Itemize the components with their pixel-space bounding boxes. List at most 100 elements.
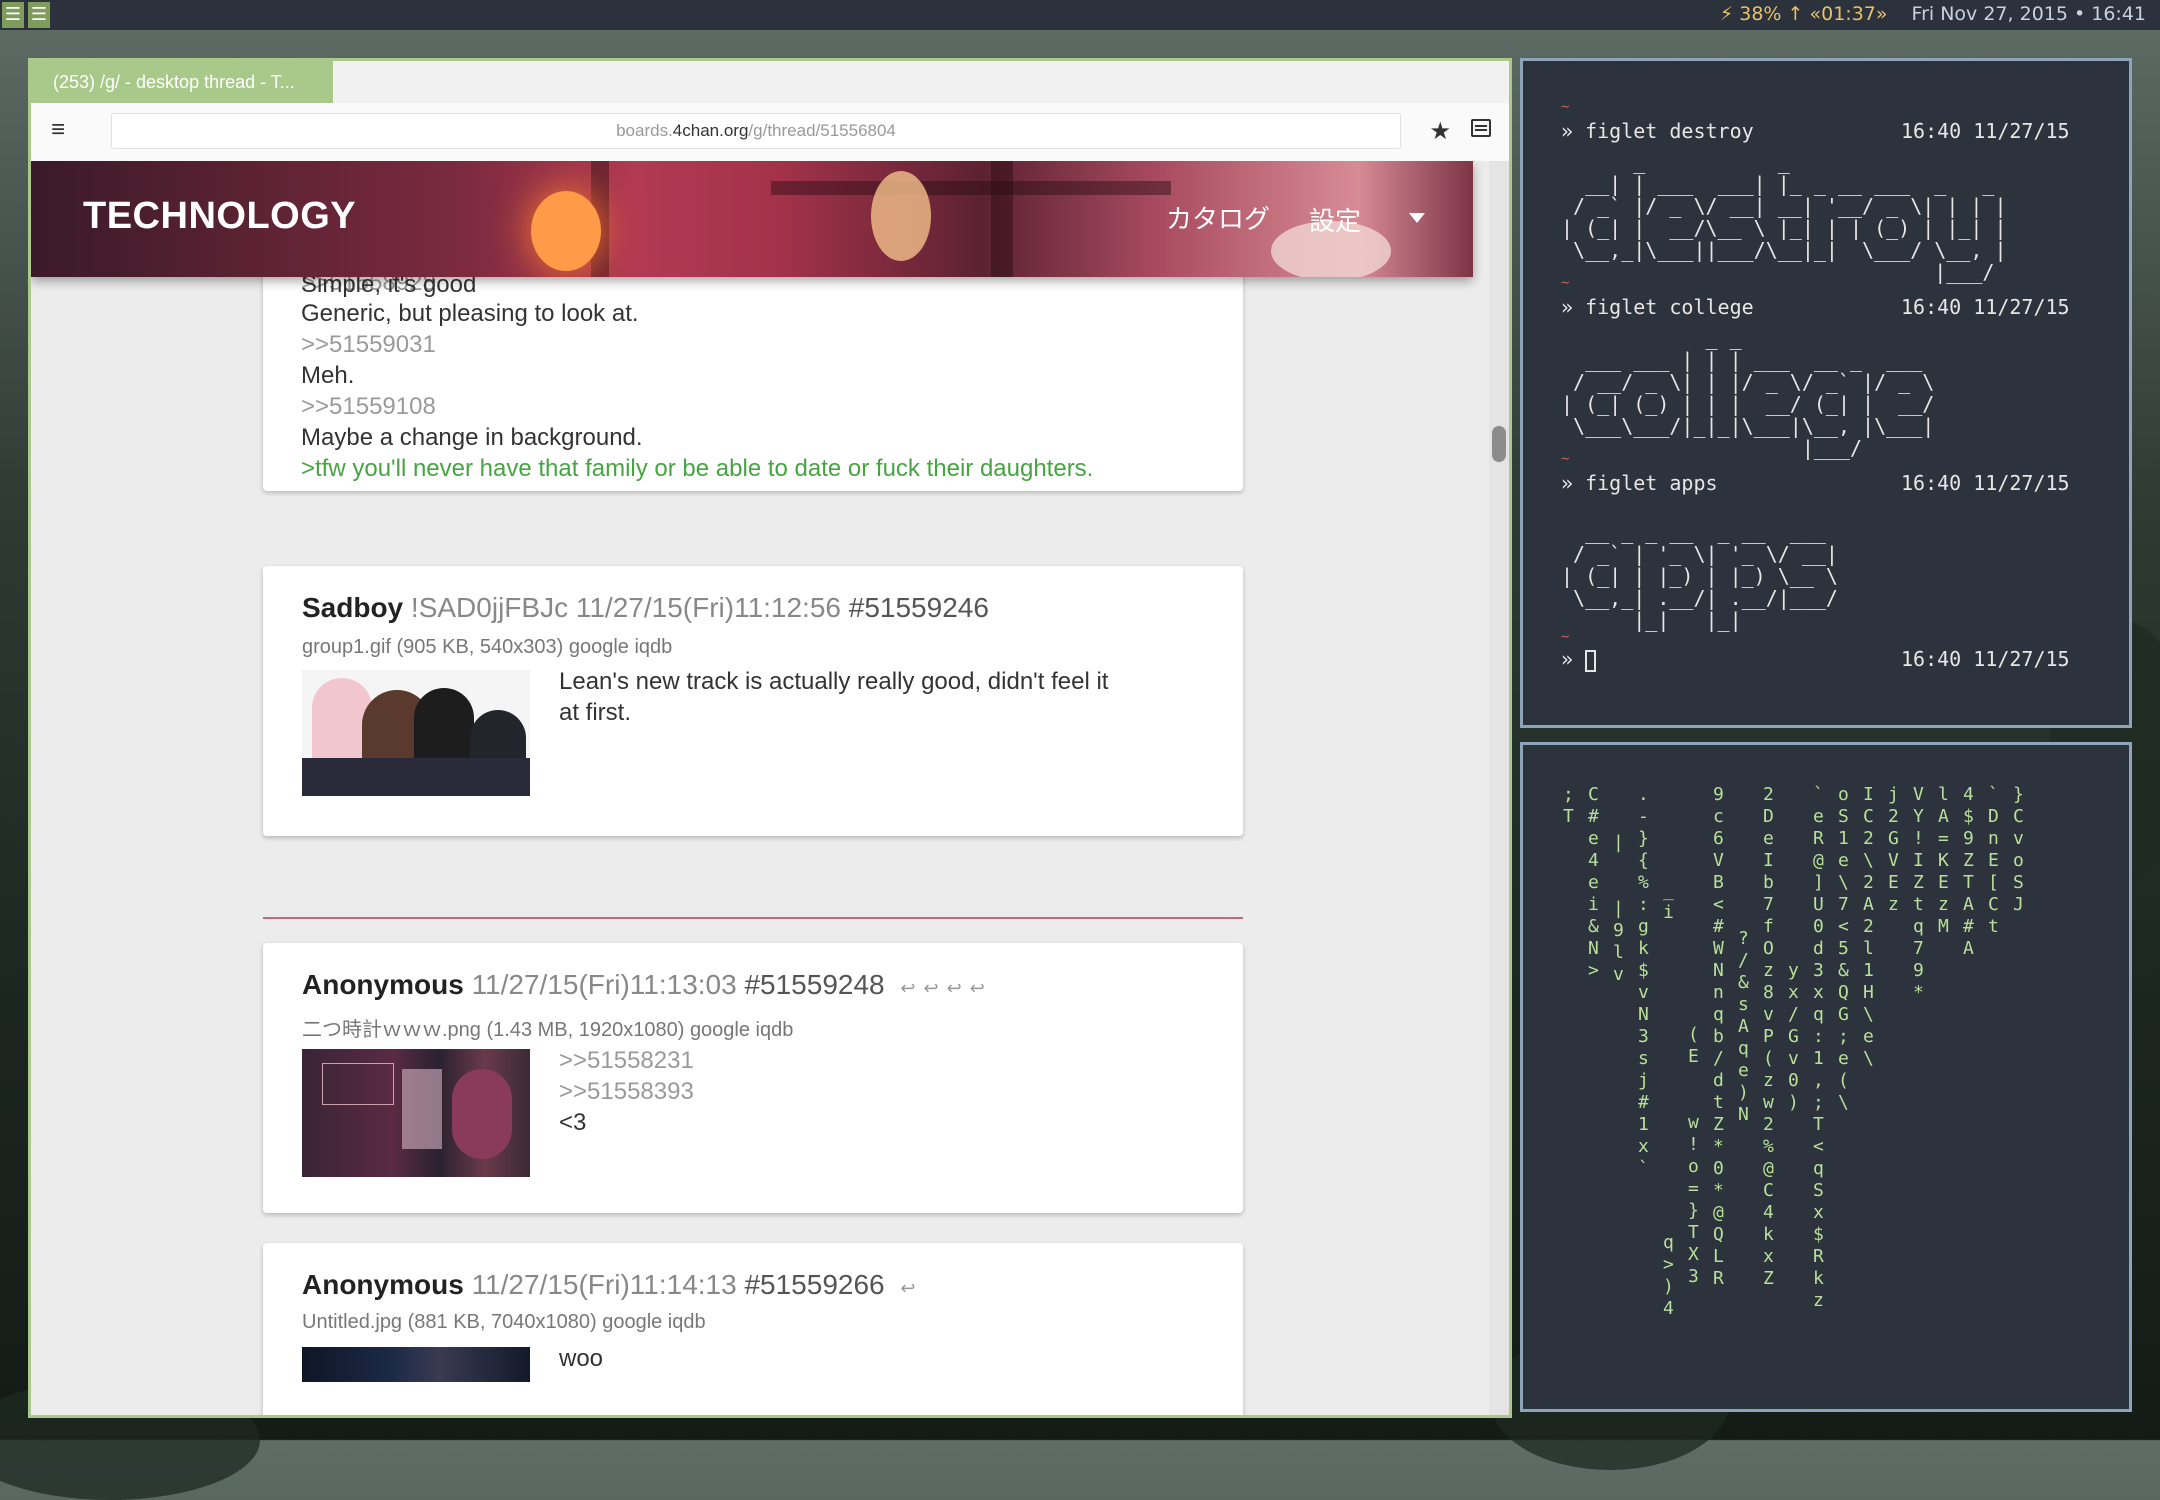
- post-thumbnail[interactable]: [302, 670, 530, 796]
- matrix-column: } C v o S J: [2013, 784, 2024, 915]
- reply-backlink-icon[interactable]: ↩: [970, 978, 985, 999]
- command-line: » figlet destroy 16:40 11/27/15: [1561, 119, 2070, 143]
- top-status-bar: ☰ ☰ ⚡ 38% ↑ «01:37» Fri Nov 27, 2015 • 1…: [0, 0, 2160, 30]
- post-header: Anonymous 11/27/15(Fri)11:13:03 #5155924…: [302, 969, 985, 1001]
- post-text: Maybe a change in background.: [301, 424, 643, 451]
- matrix-column: 2 D e I b 7 f O z 8 v P ( z w 2 % @ C 4 …: [1763, 784, 1774, 1289]
- post-number[interactable]: #51559248: [744, 969, 884, 1000]
- url-path: /g/thread/51556804: [748, 121, 896, 140]
- figlet-output: _ _ ___ ___ | | | ___ __ _ ___ / __/ _ \…: [1561, 326, 1935, 460]
- page-content: TECHNOLOGY カタログ 設定 >>51558928 Generic, b…: [31, 161, 1489, 1415]
- quote-link[interactable]: >>51559031: [301, 329, 1093, 360]
- post-header: Anonymous 11/27/15(Fri)11:14:13 #5155926…: [302, 1269, 916, 1301]
- matrix-column: 4 $ 9 Z T A # A: [1963, 784, 1974, 959]
- matrix-column: | | 9 l v: [1613, 832, 1624, 985]
- post-body: >>51558231 >>51558393 <3: [559, 1045, 694, 1138]
- command-text: » figlet apps: [1561, 471, 1718, 495]
- post-thumbnail[interactable]: [302, 1347, 530, 1382]
- matrix-column: y x / G v 0 ): [1788, 960, 1799, 1113]
- post-text: Generic, but pleasing to look at.: [301, 300, 639, 327]
- catalog-link[interactable]: カタログ: [1166, 199, 1270, 236]
- scrollbar[interactable]: [1489, 161, 1509, 1415]
- poster-name: Sadboy: [302, 592, 404, 623]
- command-timestamp: 16:40 11/27/15: [1901, 471, 2070, 495]
- prompt-tilde: ~: [1561, 275, 1570, 291]
- post-number[interactable]: #51559246: [849, 592, 989, 623]
- quote-link[interactable]: >>51559108: [301, 391, 1093, 422]
- matrix-column: ` D n E [ C t: [1988, 784, 1999, 937]
- reply-backlink-icon[interactable]: ↩: [900, 978, 915, 999]
- figlet-output: _ _ __| | ___ ___| |_ _ __ ___ _ _ / _` …: [1561, 150, 2007, 284]
- post-body: >>51558928 Generic, but pleasing to look…: [301, 267, 1093, 484]
- post-body: Lean's new track is actually really good…: [559, 666, 1108, 728]
- matrix-column: ` e R @ ] U 0 d 3 x q : 1 , ; T < q S x …: [1813, 784, 1824, 1311]
- matrix-column: _ i q > ) 4: [1663, 880, 1674, 1319]
- tripcode: !SAD0jjFBJc: [410, 592, 569, 623]
- reply-backlink-icon[interactable]: ↩: [947, 978, 962, 999]
- matrix-column: I C 2 \ 2 A 2 l 1 H \ e \: [1863, 784, 1874, 1069]
- command-line: » figlet college 16:40 11/27/15: [1561, 295, 2070, 319]
- poster-name: Anonymous: [302, 1269, 464, 1300]
- matrix-column: o S 1 e \ 7 < 5 & Q G ; e ( \: [1838, 784, 1849, 1113]
- quote-link[interactable]: >>51558393: [559, 1076, 694, 1107]
- command-timestamp: 16:40 11/27/15: [1901, 647, 2070, 671]
- post-text: Meh.: [301, 362, 355, 389]
- prompt-symbol: »: [1561, 647, 1586, 671]
- prompt-tilde: ~: [1561, 99, 1570, 115]
- bookmark-star-icon[interactable]: ★: [1429, 117, 1451, 146]
- matrix-column: 9 c 6 V B < # W N n q b / d t Z * 0 * @ …: [1713, 784, 1724, 1289]
- clock: Fri Nov 27, 2015 • 16:41: [1911, 3, 2146, 25]
- post-thumbnail[interactable]: [302, 1049, 530, 1177]
- workspace-1-icon[interactable]: ☰: [2, 2, 24, 28]
- post-text: Lean's new track is actually really good…: [559, 668, 1109, 695]
- command-text: » figlet college: [1561, 295, 1754, 319]
- matrix-rain: ; T C # e 4 e i & N > | | 9 l v . - } { % :…: [1523, 745, 2129, 1409]
- prompt-tilde: ~: [1561, 451, 1570, 467]
- thread-separator: [263, 917, 1243, 919]
- command-line[interactable]: » 16:40 11/27/15: [1561, 647, 2070, 672]
- post-card: Sadboy !SAD0jjFBJc 11/27/15(Fri)11:12:56…: [263, 566, 1243, 836]
- file-info[interactable]: group1.gif (905 KB, 540x303) google iqdb: [302, 636, 672, 659]
- extension-icon[interactable]: [1471, 119, 1491, 137]
- quote-link[interactable]: >>51558231: [559, 1045, 694, 1076]
- browser-tab[interactable]: (253) /g/ - desktop thread - T...: [31, 61, 333, 103]
- file-info[interactable]: 二つ時計ｗｗｗ.png (1.43 MB, 1920x1080) google …: [302, 1013, 793, 1042]
- battery-status: ⚡ 38% ↑ «01:37»: [1719, 3, 1888, 25]
- file-info[interactable]: Untitled.jpg (881 KB, 7040x1080) google …: [302, 1311, 706, 1334]
- command-timestamp: 16:40 11/27/15: [1901, 119, 2070, 143]
- post-header: Sadboy !SAD0jjFBJc 11/27/15(Fri)11:12:56…: [302, 592, 989, 624]
- url-prefix: boards.: [616, 121, 673, 140]
- status-area: ⚡ 38% ↑ «01:37» Fri Nov 27, 2015 • 16:41: [1720, 3, 2146, 25]
- post-text: woo: [559, 1345, 604, 1372]
- post-text: <3: [559, 1109, 587, 1136]
- board-title: TECHNOLOGY: [83, 195, 357, 237]
- command-timestamp: 16:40 11/27/15: [1901, 295, 2070, 319]
- browser-toolbar: ≡ boards.4chan.org/g/thread/51556804 ★: [31, 103, 1509, 162]
- greentext: >tfw you'll never have that family or be…: [301, 455, 1094, 482]
- command-text: » figlet destroy: [1561, 119, 1754, 143]
- post-datetime: 11/27/15(Fri)11:14:13: [471, 1269, 737, 1300]
- matrix-column: ( E w ! o = } T X 3: [1688, 1024, 1699, 1287]
- reply-backlink-icon[interactable]: ↩: [924, 978, 939, 999]
- post-text: at first.: [559, 699, 632, 726]
- post-body: woo: [559, 1343, 603, 1374]
- matrix-column: j 2 G V E z: [1888, 784, 1899, 915]
- matrix-column: ? / & s A q e ) N: [1738, 928, 1749, 1125]
- terminal-window[interactable]: ; T C # e 4 e i & N > | | 9 l v . - } { % :…: [1520, 742, 2132, 1412]
- post-card: Anonymous 11/27/15(Fri)11:14:13 #5155926…: [263, 1243, 1243, 1415]
- url-domain: 4chan.org: [672, 121, 749, 140]
- dropdown-arrow-icon[interactable]: [1409, 213, 1425, 223]
- settings-link[interactable]: 設定: [1309, 201, 1361, 238]
- workspace-2-icon[interactable]: ☰: [28, 2, 50, 28]
- figlet-output: __ _ _ __ _ __ ___ / _` | '_ \| '_ \/ __…: [1561, 520, 1838, 632]
- matrix-column: V Y ! I Z t q 7 9 *: [1913, 784, 1924, 1003]
- command-line: » figlet apps 16:40 11/27/15: [1561, 471, 2070, 495]
- terminal-window[interactable]: ~ » figlet destroy 16:40 11/27/15 _ _ __|…: [1520, 58, 2132, 728]
- matrix-column: . - } { % : g k $ v N 3 s j # 1 x `: [1638, 784, 1649, 1179]
- post-datetime: 11/27/15(Fri)11:13:03: [471, 969, 737, 1000]
- hamburger-menu-icon[interactable]: ≡: [51, 117, 77, 143]
- url-bar[interactable]: boards.4chan.org/g/thread/51556804: [111, 113, 1401, 149]
- scrollbar-thumb[interactable]: [1492, 426, 1506, 462]
- reply-backlink-icon[interactable]: ↩: [900, 1278, 915, 1299]
- post-number[interactable]: #51559266: [744, 1269, 884, 1300]
